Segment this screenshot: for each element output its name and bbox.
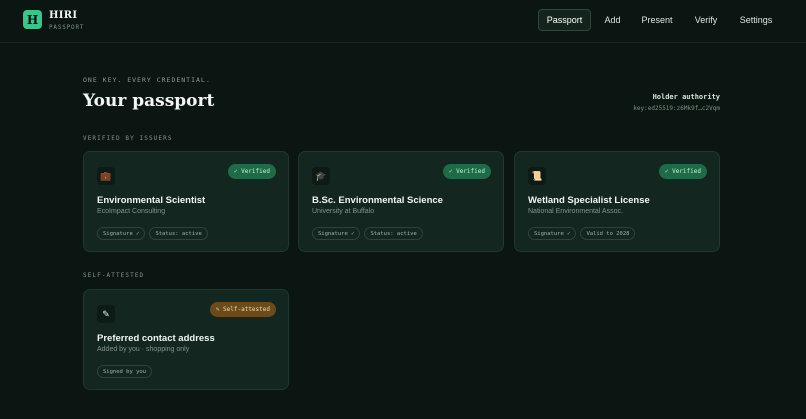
section-label-self-attested: SELF-ATTESTED [83, 272, 145, 279]
credential-issuer: EcoImpact Consulting [97, 208, 166, 215]
pencil-icon: ✎ [97, 305, 115, 323]
scroll-icon: 📜 [528, 167, 546, 185]
verified-badge: ✓ Verified [227, 164, 276, 179]
credential-issuer: National Environmental Assoc. [528, 208, 623, 215]
credential-card[interactable]: 🎓 ✓ Verified B.Sc. Environmental Science… [298, 151, 504, 252]
credential-title: Preferred contact address [97, 333, 215, 344]
verified-badge: ✓ Verified [658, 164, 707, 179]
graduation-cap-icon: 🎓 [312, 167, 330, 185]
credential-card[interactable]: 💼 ✓ Verified Environmental Scientist Eco… [83, 151, 289, 252]
signature-chip: Signature ✓ [312, 227, 361, 240]
credential-chips: Signed by you [97, 365, 153, 378]
credential-issuer: University at Buffalo [312, 208, 375, 215]
validity-chip: Valid to 2028 [580, 227, 636, 240]
status-chip: Status: active [149, 227, 208, 240]
nav-tab-present[interactable]: Present [638, 9, 676, 31]
nav-tab-settings[interactable]: Settings [736, 9, 776, 31]
signed-by-you-chip: Signed by you [97, 365, 153, 378]
nav-tab-passport[interactable]: Passport [538, 9, 591, 31]
main-nav: Passport Add Present Verify Settings [0, 9, 806, 31]
credential-card[interactable]: 📜 ✓ Verified Wetland Specialist License … [514, 151, 720, 252]
credential-title: B.Sc. Environmental Science [312, 195, 443, 206]
section-label-verified: VERIFIED BY ISSUERS [83, 135, 173, 142]
credential-title: Environmental Scientist [97, 195, 206, 206]
status-chip: Status: active [364, 227, 423, 240]
credential-chips: Signature ✓ Status: active [312, 227, 423, 240]
self-attested-badge: ✎ Self-attested [209, 302, 276, 317]
credential-title: Wetland Specialist License [528, 195, 650, 206]
top-bar: H HIRI PASSPORT Passport Add Present Ver… [0, 0, 806, 43]
page-title: Your passport [83, 91, 215, 111]
credential-chips: Signature ✓ Valid to 2028 [528, 227, 636, 240]
nav-tab-verify[interactable]: Verify [691, 9, 721, 31]
holder-authority-label: Holder authority [652, 93, 720, 101]
holder-key: key:ed25519:z6Mk9f…c2Vqm [633, 105, 720, 112]
credential-chips: Signature ✓ Status: active [97, 227, 208, 240]
nav-tab-add[interactable]: Add [600, 9, 625, 31]
signature-chip: Signature ✓ [528, 227, 577, 240]
credential-note: Added by you · shopping only [97, 346, 190, 353]
verified-badge: ✓ Verified [442, 164, 491, 179]
briefcase-icon: 💼 [97, 167, 115, 185]
self-attested-card[interactable]: ✎ ✎ Self-attested Preferred contact addr… [83, 289, 289, 390]
signature-chip: Signature ✓ [97, 227, 146, 240]
page-eyebrow: ONE KEY. EVERY CREDENTIAL. [83, 76, 211, 84]
